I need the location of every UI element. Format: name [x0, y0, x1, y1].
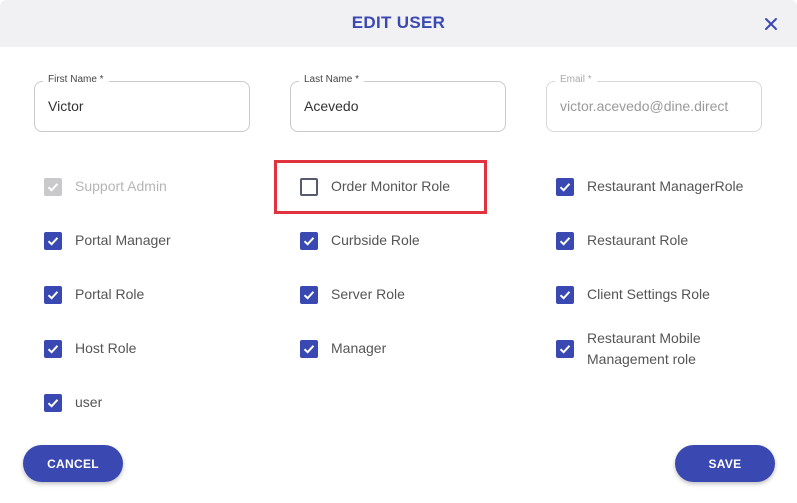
role-host-role[interactable]: Host Role — [44, 338, 136, 359]
edit-user-dialog: EDIT USER First Name * Last Name * Email… — [0, 0, 797, 503]
checkbox-checked-icon[interactable] — [300, 339, 318, 358]
role-restaurant-mobile-management[interactable]: Restaurant Mobile Management role — [556, 328, 727, 370]
last-name-field: Last Name * — [290, 74, 506, 132]
role-label: Restaurant ManagerRole — [587, 178, 744, 194]
checkbox-checked-icon[interactable] — [300, 231, 318, 250]
checkbox-checked-icon[interactable] — [300, 285, 318, 304]
checkbox-checked-icon — [44, 177, 62, 196]
role-order-monitor[interactable]: Order Monitor Role — [300, 176, 450, 197]
save-button[interactable]: SAVE — [675, 445, 775, 482]
role-label: Client Settings Role — [587, 286, 710, 302]
last-name-input[interactable] — [304, 98, 494, 114]
role-portal-manager[interactable]: Portal Manager — [44, 230, 171, 251]
email-input — [560, 98, 750, 114]
role-manager[interactable]: Manager — [300, 338, 386, 359]
role-label: Server Role — [331, 286, 405, 302]
checkbox-checked-icon[interactable] — [44, 339, 62, 358]
role-label: Support Admin — [75, 178, 167, 194]
role-label: Manager — [331, 340, 387, 356]
first-name-label: First Name * — [43, 74, 109, 85]
checkbox-checked-icon[interactable] — [556, 285, 574, 304]
role-support-admin: Support Admin — [44, 176, 167, 197]
role-user[interactable]: user — [44, 392, 102, 413]
role-label: Host Role — [75, 340, 137, 356]
role-label: Portal Manager — [75, 232, 171, 248]
cancel-button[interactable]: CANCEL — [23, 445, 123, 482]
close-icon[interactable] — [762, 15, 780, 33]
role-label: user — [75, 394, 103, 410]
checkbox-checked-icon[interactable] — [44, 285, 62, 304]
role-portal-role[interactable]: Portal Role — [44, 284, 144, 305]
last-name-label: Last Name * — [299, 74, 365, 85]
email-field: Email * — [546, 74, 762, 132]
checkbox-checked-icon[interactable] — [556, 340, 574, 358]
role-label: Curbside Role — [331, 232, 420, 248]
role-curbside[interactable]: Curbside Role — [300, 230, 420, 251]
role-restaurant[interactable]: Restaurant Role — [556, 230, 688, 251]
role-label: Restaurant Mobile Management role — [587, 330, 701, 367]
role-server[interactable]: Server Role — [300, 284, 405, 305]
role-label: Order Monitor Role — [331, 178, 451, 194]
checkbox-checked-icon[interactable] — [556, 231, 574, 250]
checkbox-checked-icon[interactable] — [44, 393, 62, 412]
role-restaurant-manager[interactable]: Restaurant ManagerRole — [556, 176, 743, 197]
dialog-title: EDIT USER — [351, 13, 446, 32]
checkbox-checked-icon[interactable] — [556, 177, 574, 196]
role-client-settings[interactable]: Client Settings Role — [556, 284, 710, 305]
dialog-header: EDIT USER — [0, 0, 797, 47]
first-name-input[interactable] — [48, 98, 238, 114]
role-label: Restaurant Role — [587, 232, 689, 248]
checkbox-checked-icon[interactable] — [44, 231, 62, 250]
checkbox-unchecked-icon[interactable] — [300, 177, 318, 196]
role-label: Portal Role — [75, 286, 145, 302]
first-name-field: First Name * — [34, 74, 250, 132]
email-label: Email * — [555, 74, 597, 85]
